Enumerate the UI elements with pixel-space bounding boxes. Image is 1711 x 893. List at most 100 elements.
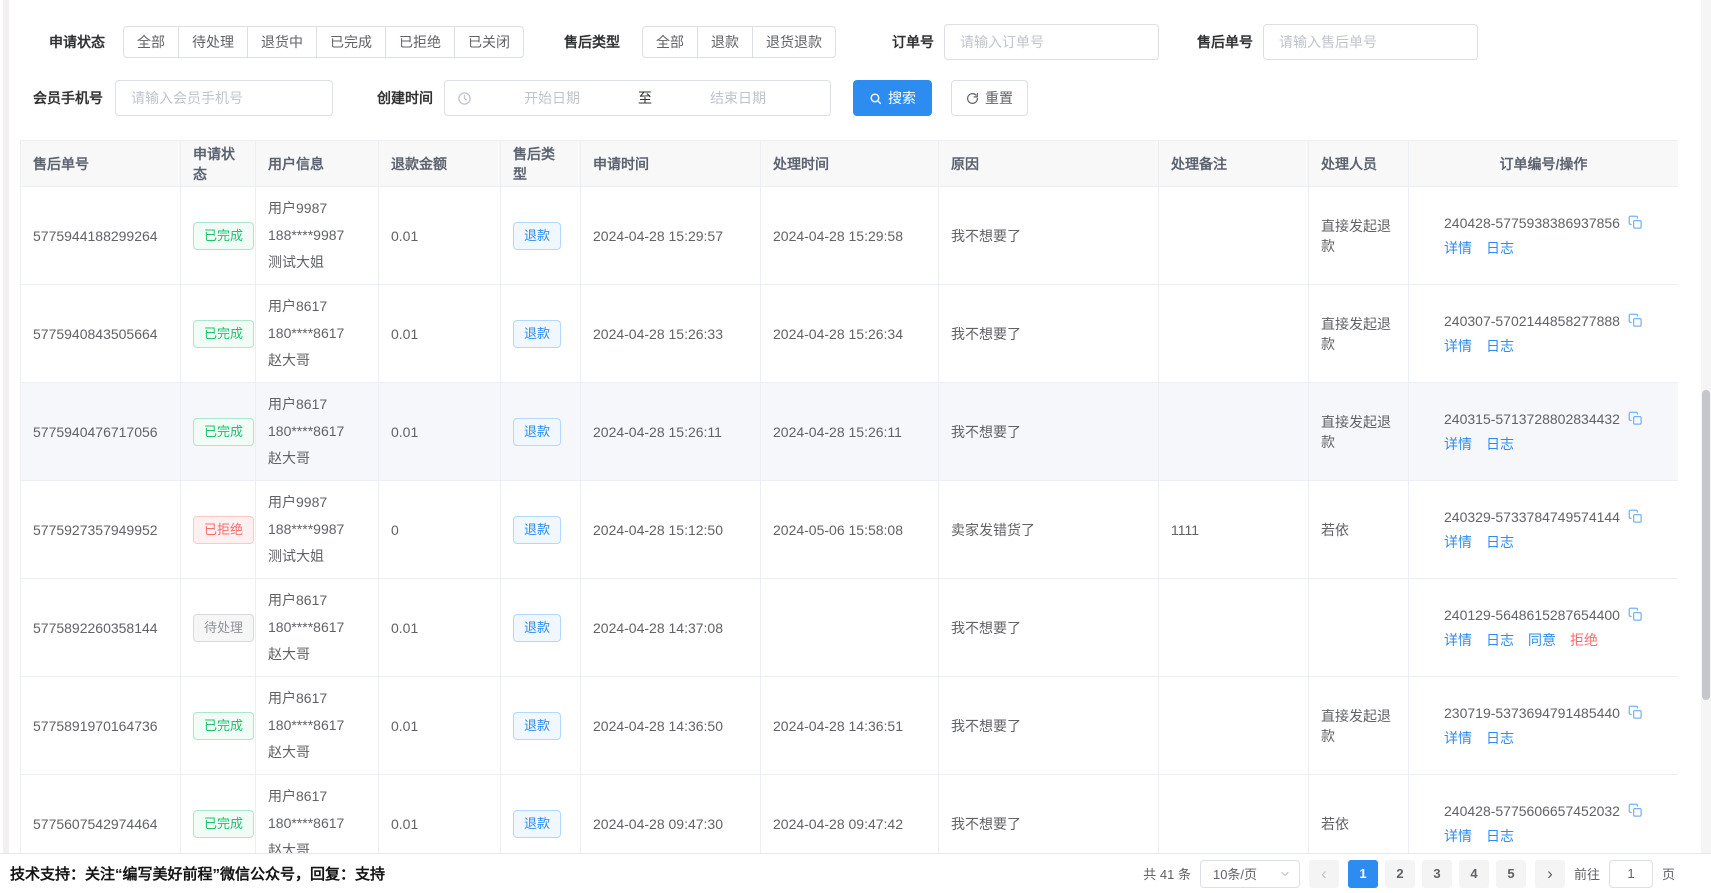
copy-icon[interactable] [1628, 215, 1643, 230]
create-time-label: 创建时间 [377, 88, 433, 108]
page-button-1[interactable]: 1 [1348, 860, 1378, 888]
page-size-select[interactable]: 10条/页 [1200, 860, 1300, 888]
reason-cell: 我不想要了 [939, 187, 1159, 285]
order-no: 240428-5775938386937856 [1444, 211, 1620, 235]
order-op-cell: 240315-5713728802834432详情日志 [1409, 383, 1679, 481]
date-range-picker[interactable]: 开始日期 至 结束日期 [444, 80, 831, 116]
page-numbers: 12345 [1348, 860, 1526, 888]
copy-icon[interactable] [1628, 313, 1643, 328]
status-badge: 已完成 [193, 222, 254, 250]
type-badge: 退款 [513, 614, 561, 642]
search-icon [869, 92, 882, 105]
user-info-cell: 用户8617180****8617赵大哥 [256, 677, 379, 775]
reason-cell: 我不想要了 [939, 383, 1159, 481]
copy-icon[interactable] [1628, 509, 1643, 524]
detail-link[interactable]: 详情 [1444, 534, 1472, 550]
table-row: 5775607542974464已完成用户8617180****8617赵大哥0… [21, 775, 1679, 854]
detail-link[interactable]: 详情 [1444, 338, 1472, 354]
page-scrollbar[interactable] [1701, 0, 1711, 893]
service-no-input[interactable] [1263, 24, 1478, 60]
detail-link[interactable]: 详情 [1444, 632, 1472, 648]
copy-icon[interactable] [1628, 705, 1643, 720]
type-badge: 退款 [513, 222, 561, 250]
log-link[interactable]: 日志 [1486, 730, 1514, 746]
after-sales-table: 售后单号 申请状态 用户信息 退款金额 售后类型 申请时间 处理时间 原因 处理… [20, 140, 1678, 853]
type-cell: 退款 [501, 383, 581, 481]
col-remark: 处理备注 [1159, 141, 1309, 187]
page-button-4[interactable]: 4 [1459, 860, 1489, 888]
phone-input[interactable] [115, 80, 333, 116]
status-option-closed[interactable]: 已关闭 [454, 26, 524, 58]
log-link[interactable]: 日志 [1486, 534, 1514, 550]
handle-time-cell [761, 579, 939, 677]
page-button-5[interactable]: 5 [1496, 860, 1526, 888]
service-no-label: 售后单号 [1197, 32, 1253, 52]
log-link[interactable]: 日志 [1486, 632, 1514, 648]
page-button-3[interactable]: 3 [1422, 860, 1452, 888]
start-date-placeholder[interactable]: 开始日期 [472, 88, 632, 108]
col-handler: 处理人员 [1309, 141, 1409, 187]
detail-link[interactable]: 详情 [1444, 828, 1472, 844]
col-user-info: 用户信息 [256, 141, 379, 187]
table-row: 5775891970164736已完成用户8617180****8617赵大哥0… [21, 677, 1679, 775]
type-option-return-refund[interactable]: 退货退款 [752, 26, 836, 58]
total-count: 共 41 条 [1143, 864, 1191, 883]
log-link[interactable]: 日志 [1486, 828, 1514, 844]
service-no-cell: 5775940476717056 [21, 383, 181, 481]
prev-page-button[interactable]: ‹ [1309, 860, 1339, 888]
status-cell: 已完成 [181, 775, 256, 854]
remark-cell: 1111 [1159, 481, 1309, 579]
clock-icon [457, 91, 472, 106]
end-date-placeholder[interactable]: 结束日期 [658, 88, 818, 108]
page-button-2[interactable]: 2 [1385, 860, 1415, 888]
goto-page-input[interactable] [1609, 860, 1653, 888]
table-row: 5775927357949952已拒绝用户9987188****9987测试大姐… [21, 481, 1679, 579]
approve-link[interactable]: 同意 [1528, 632, 1556, 648]
copy-icon[interactable] [1628, 607, 1643, 622]
scrollbar-thumb[interactable] [1702, 390, 1710, 700]
order-no: 230719-5373694791485440 [1444, 701, 1620, 725]
type-cell: 退款 [501, 481, 581, 579]
status-option-pending[interactable]: 待处理 [178, 26, 248, 58]
detail-link[interactable]: 详情 [1444, 730, 1472, 746]
user-info-cell: 用户8617180****8617赵大哥 [256, 579, 379, 677]
type-cell: 退款 [501, 677, 581, 775]
copy-icon[interactable] [1628, 803, 1643, 818]
status-cell: 已完成 [181, 383, 256, 481]
type-option-refund[interactable]: 退款 [697, 26, 753, 58]
detail-link[interactable]: 详情 [1444, 436, 1472, 452]
handle-time-cell: 2024-05-06 15:58:08 [761, 481, 939, 579]
status-option-all[interactable]: 全部 [123, 26, 179, 58]
reset-button[interactable]: 重置 [951, 80, 1028, 116]
log-link[interactable]: 日志 [1486, 436, 1514, 452]
order-op-cell: 240329-5733784749574144详情日志 [1409, 481, 1679, 579]
status-cell: 已完成 [181, 285, 256, 383]
order-no-input[interactable] [944, 24, 1159, 60]
type-filter-group: 全部 退款 退货退款 [642, 26, 836, 58]
service-no-cell: 5775944188299264 [21, 187, 181, 285]
status-badge: 已拒绝 [193, 516, 254, 544]
log-link[interactable]: 日志 [1486, 240, 1514, 256]
status-option-completed[interactable]: 已完成 [316, 26, 386, 58]
handle-time-cell: 2024-04-28 15:26:11 [761, 383, 939, 481]
detail-link[interactable]: 详情 [1444, 240, 1472, 256]
status-option-rejected[interactable]: 已拒绝 [385, 26, 455, 58]
reject-link[interactable]: 拒绝 [1570, 632, 1598, 648]
service-no-cell: 5775927357949952 [21, 481, 181, 579]
status-cell: 已完成 [181, 187, 256, 285]
remark-cell [1159, 775, 1309, 854]
service-no-cell: 5775607542974464 [21, 775, 181, 854]
log-link[interactable]: 日志 [1486, 338, 1514, 354]
service-no-cell: 5775892260358144 [21, 579, 181, 677]
status-cell: 已拒绝 [181, 481, 256, 579]
apply-time-cell: 2024-04-28 14:37:08 [581, 579, 761, 677]
search-button[interactable]: 搜索 [853, 80, 932, 116]
left-edge-strip [3, 0, 9, 893]
type-option-all[interactable]: 全部 [642, 26, 698, 58]
user-info-cell: 用户8617180****8617赵大哥 [256, 383, 379, 481]
next-page-button[interactable]: › [1535, 860, 1565, 888]
copy-icon[interactable] [1628, 411, 1643, 426]
refund-amount-cell: 0.01 [379, 187, 501, 285]
type-cell: 退款 [501, 579, 581, 677]
status-option-returning[interactable]: 退货中 [247, 26, 317, 58]
